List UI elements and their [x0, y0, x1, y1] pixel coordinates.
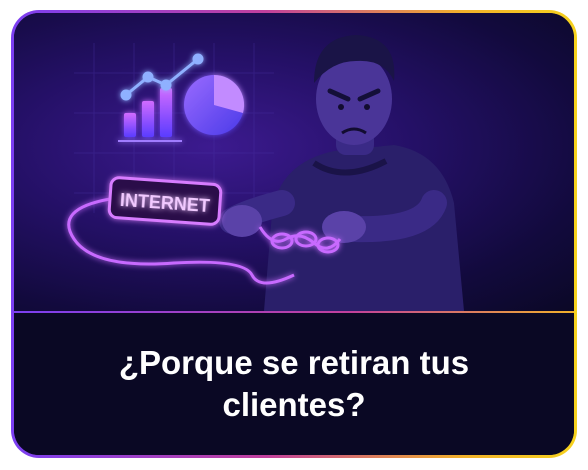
card-title: ¿Porque se retiran tus clientes?: [118, 344, 470, 423]
pie-chart-icon: [184, 74, 245, 135]
card: INTERNET ¿Porque se retiran tus clientes…: [14, 13, 574, 455]
frustrated-person-illustration: [219, 35, 464, 311]
hero-illustration: INTERNET: [14, 13, 574, 311]
illustration-svg: INTERNET: [67, 35, 464, 311]
caption-area: ¿Porque se retiran tus clientes?: [14, 313, 574, 455]
card-border: INTERNET ¿Porque se retiran tus clientes…: [11, 10, 577, 458]
